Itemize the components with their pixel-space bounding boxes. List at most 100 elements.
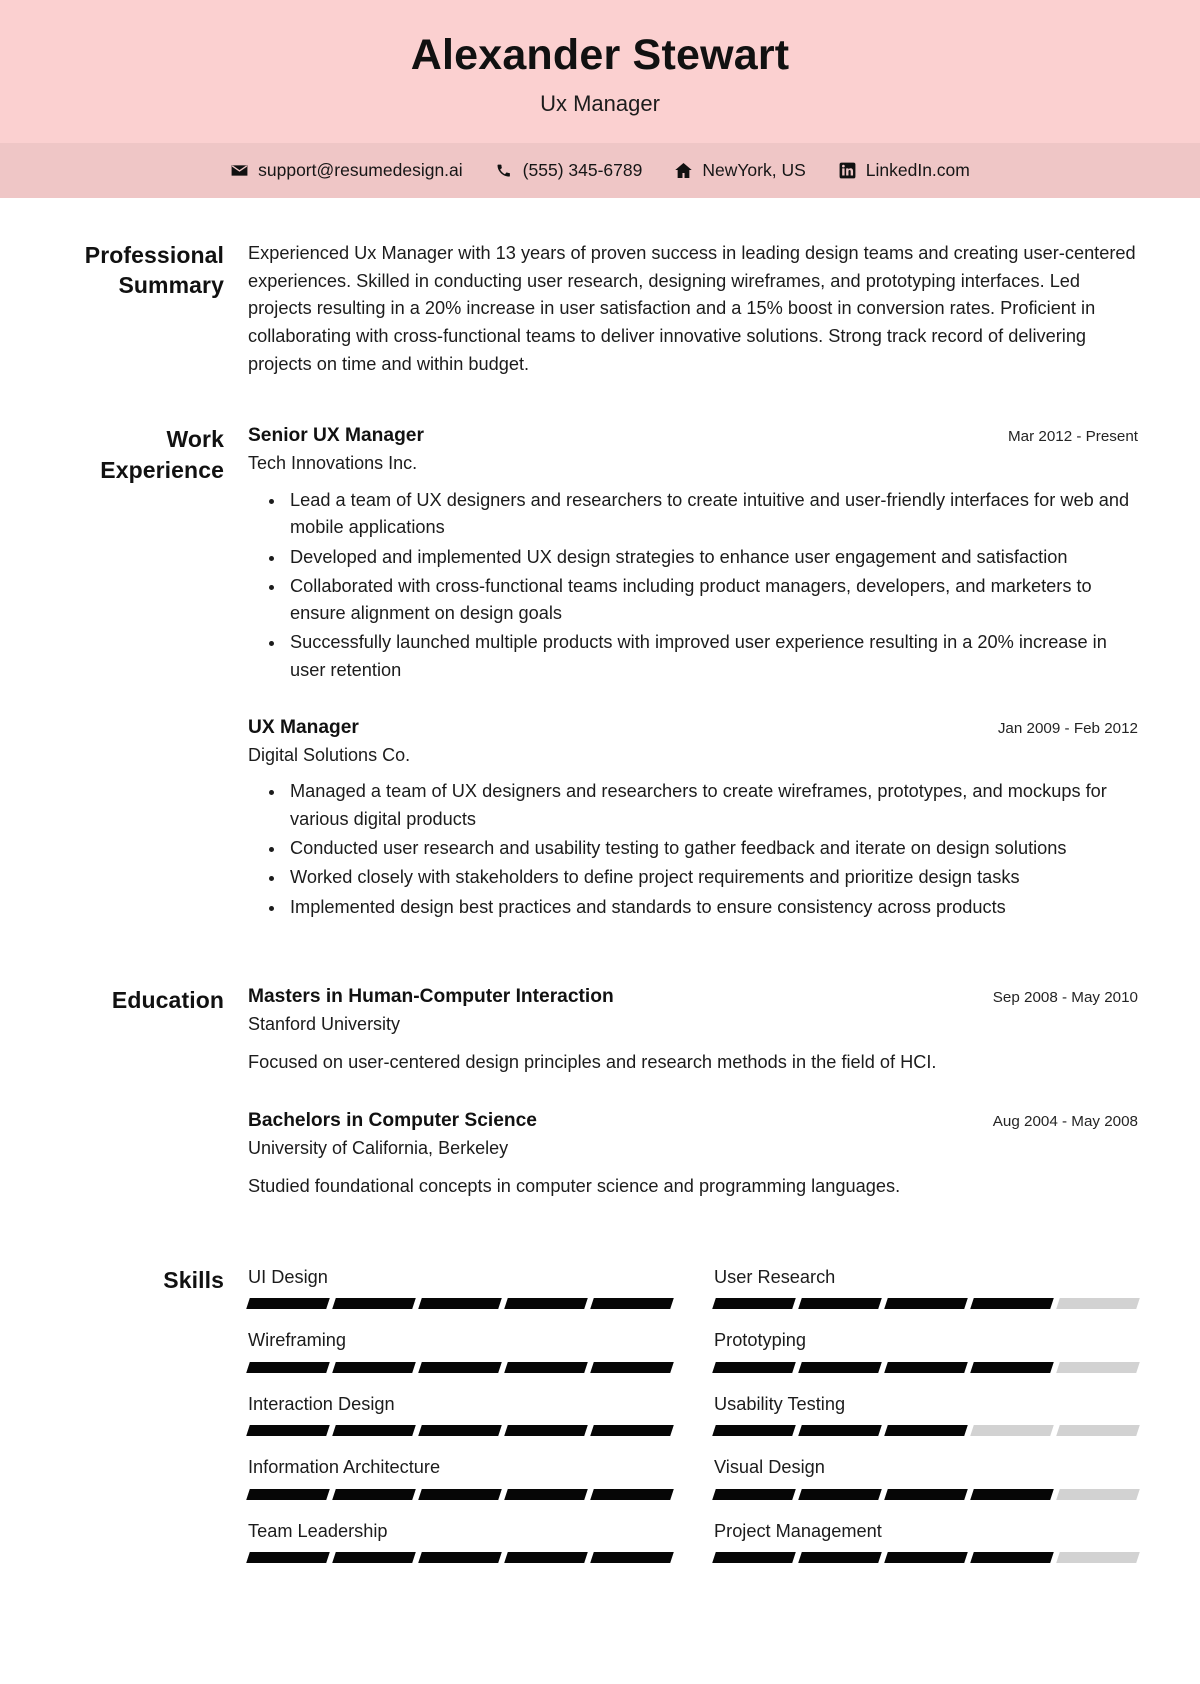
education-school: University of California, Berkeley <box>248 1137 509 1158</box>
skill-rating-bar <box>712 1552 1140 1564</box>
skill-rating-segment <box>504 1361 588 1373</box>
skill-rating-segment <box>418 1298 502 1310</box>
section-skills: Skills UI Design User Research Wireframing… <box>62 1265 1140 1583</box>
skill-rating-bar <box>712 1361 1140 1373</box>
skill-item: Wireframing <box>246 1328 674 1392</box>
skill-rating-bar <box>246 1361 674 1373</box>
experience-bullets: Lead a team of UX designers and research… <box>248 487 1138 684</box>
education-date: Aug 2004 - May 2008 <box>992 1112 1138 1130</box>
contact-linkedin-text: LinkedIn.com <box>865 160 970 181</box>
section-education: Education Masters in Human-Computer Inte… <box>62 985 1138 1207</box>
skill-rating-segment <box>970 1488 1054 1500</box>
skill-rating-segment <box>504 1425 588 1437</box>
skill-item: Information Architecture <box>246 1455 674 1519</box>
skill-rating-bar <box>246 1488 674 1500</box>
skill-item: User Research <box>712 1265 1140 1329</box>
contact-email-text: support@resumedesign.ai <box>258 160 463 181</box>
education-description: Studied foundational concepts in compute… <box>248 1176 901 1197</box>
skill-rating-segment <box>246 1425 330 1437</box>
skill-rating-bar <box>246 1298 674 1310</box>
education-degree: Bachelors in Computer Science <box>248 1109 537 1131</box>
experience-body: Senior UX Manager Mar 2012 - Present Tec… <box>248 424 1138 927</box>
list-item: Managed a team of UX designers and resea… <box>286 778 1138 833</box>
experience-entry-head: Senior UX Manager Mar 2012 - Present <box>248 424 1138 449</box>
contact-item-location[interactable]: NewYork, US <box>674 160 806 181</box>
education-date: Sep 2008 - May 2010 <box>992 988 1138 1006</box>
skill-rating-segment <box>712 1425 796 1437</box>
skill-label: Visual Design <box>714 1457 825 1478</box>
skill-item: UI Design <box>246 1265 674 1329</box>
skill-rating-segment <box>712 1552 796 1564</box>
experience-role: Senior UX Manager <box>248 425 424 447</box>
section-label-summary: Professional Summary <box>84 242 224 299</box>
skill-item: Team Leadership <box>246 1519 674 1583</box>
contact-item-phone[interactable]: (555) 345-6789 <box>495 160 643 181</box>
skill-rating-segment <box>590 1298 674 1310</box>
contact-item-linkedin[interactable]: LinkedIn.com <box>838 160 970 181</box>
resume-body: Professional Summary Experienced Ux Mana… <box>0 198 1200 1582</box>
skill-item: Visual Design <box>712 1455 1140 1519</box>
skill-rating-segment <box>590 1361 674 1373</box>
section-label-skills: Skills <box>163 1266 224 1293</box>
skill-label: UI Design <box>248 1266 328 1287</box>
skill-label: Wireframing <box>248 1330 347 1351</box>
skill-label: User Research <box>714 1266 836 1287</box>
linkedin-icon <box>838 161 857 180</box>
phone-icon <box>495 161 514 180</box>
skill-rating-segment <box>884 1298 968 1310</box>
education-description: Focused on user-centered design principl… <box>248 1052 937 1073</box>
skill-rating-segment <box>798 1488 882 1500</box>
experience-bullets: Managed a team of UX designers and resea… <box>248 778 1138 920</box>
list-item: Implemented design best practices and st… <box>286 894 1138 921</box>
skills-grid: UI Design User Research Wireframing Prototy… <box>246 1265 1140 1583</box>
skill-rating-segment <box>1056 1425 1140 1437</box>
skill-rating-segment <box>884 1552 968 1564</box>
education-entry: Bachelors in Computer Science Aug 2004 -… <box>248 1109 1138 1201</box>
list-item: Collaborated with cross-functional teams… <box>286 573 1138 628</box>
skills-body: UI Design User Research Wireframing Prototy… <box>246 1265 1140 1583</box>
skill-rating-segment <box>1056 1488 1140 1500</box>
skill-rating-segment <box>418 1488 502 1500</box>
envelope-icon <box>230 161 249 180</box>
experience-entry: Senior UX Manager Mar 2012 - Present Tec… <box>248 424 1138 684</box>
skill-rating-segment <box>504 1552 588 1564</box>
skill-rating-segment <box>712 1361 796 1373</box>
resume-header: Alexander Stewart Ux Manager <box>0 0 1200 144</box>
skill-item: Prototyping <box>712 1328 1140 1392</box>
experience-date: Mar 2012 - Present <box>1008 428 1138 446</box>
skill-rating-segment <box>712 1488 796 1500</box>
experience-date: Jan 2009 - Feb 2012 <box>997 719 1138 737</box>
skill-rating-segment <box>246 1298 330 1310</box>
list-item: Successfully launched multiple products … <box>286 629 1138 684</box>
skill-rating-segment <box>332 1425 416 1437</box>
skill-rating-segment <box>504 1488 588 1500</box>
skill-rating-segment <box>332 1488 416 1500</box>
education-entry-head: Masters in Human-Computer Interaction Se… <box>248 985 1138 1010</box>
section-professional-summary: Professional Summary Experienced Ux Mana… <box>62 240 1138 378</box>
skill-rating-segment <box>970 1361 1054 1373</box>
skill-rating-segment <box>712 1298 796 1310</box>
skill-label: Information Architecture <box>248 1457 441 1478</box>
contact-item-email[interactable]: support@resumedesign.ai <box>230 160 463 181</box>
contact-phone-text: (555) 345-6789 <box>522 160 643 181</box>
contact-bar: support@resumedesign.ai (555) 345-6789 N… <box>0 143 1200 199</box>
education-degree: Masters in Human-Computer Interaction <box>248 985 614 1007</box>
list-item: Lead a team of UX designers and research… <box>286 487 1138 542</box>
skill-rating-bar <box>712 1298 1140 1310</box>
skill-label: Team Leadership <box>248 1520 388 1541</box>
skill-rating-segment <box>884 1361 968 1373</box>
skill-rating-segment <box>1056 1361 1140 1373</box>
skill-item: Project Management <box>712 1519 1140 1583</box>
skill-rating-segment <box>1056 1552 1140 1564</box>
skill-rating-segment <box>418 1425 502 1437</box>
experience-entry-head: UX Manager Jan 2009 - Feb 2012 <box>248 716 1138 741</box>
candidate-job-title: Ux Manager <box>540 90 660 116</box>
skill-rating-segment <box>798 1298 882 1310</box>
skill-rating-segment <box>246 1552 330 1564</box>
skill-rating-bar <box>712 1425 1140 1437</box>
skill-rating-segment <box>884 1488 968 1500</box>
